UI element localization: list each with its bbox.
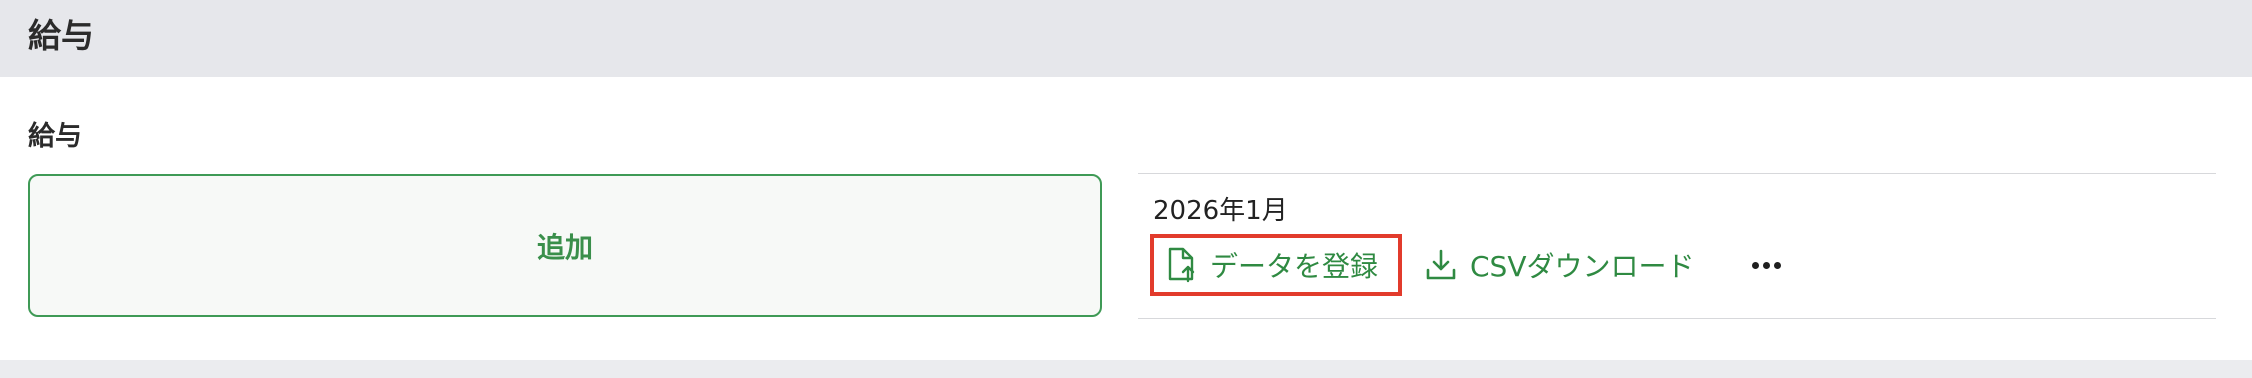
- section-title: 給与: [28, 121, 82, 152]
- period-label: 2026年1月: [1153, 196, 1288, 226]
- more-horizontal-icon: [1750, 261, 1783, 269]
- csv-download-button[interactable]: CSVダウンロード: [1424, 234, 1694, 296]
- page-title: 給与: [28, 16, 94, 55]
- salary-panel: 給与 追加 2026年1月 データを登録 CSVダウンロード: [0, 77, 2252, 360]
- download-icon: [1424, 248, 1458, 282]
- csv-download-label: CSVダウンロード: [1470, 250, 1695, 283]
- page-header: 給与: [0, 0, 2252, 77]
- register-data-label: データを登録: [1210, 250, 1379, 283]
- add-button-label: 追加: [536, 230, 593, 264]
- file-upload-icon: [1166, 247, 1198, 283]
- more-options-button[interactable]: [1738, 234, 1794, 296]
- salary-record-row: 2026年1月 データを登録 CSVダウンロード: [1138, 173, 2216, 319]
- register-data-button[interactable]: データを登録: [1150, 234, 1402, 296]
- add-button[interactable]: 追加: [28, 174, 1102, 317]
